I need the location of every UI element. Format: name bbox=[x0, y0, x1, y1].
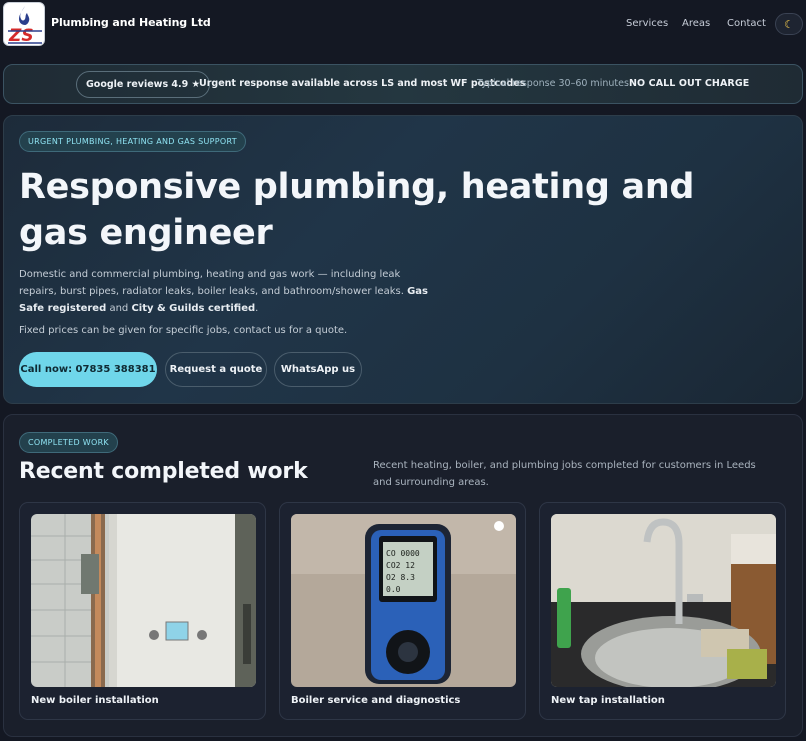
theme-toggle-button[interactable]: ☾ bbox=[775, 13, 803, 35]
nav-link-services[interactable]: Services bbox=[626, 18, 668, 29]
zs-flame-logo-icon: ZS bbox=[8, 6, 42, 45]
card-label: Boiler service and diagnostics bbox=[291, 695, 461, 706]
card-label: New boiler installation bbox=[31, 695, 159, 706]
no-call-out-text: NO CALL OUT CHARGE bbox=[629, 78, 750, 89]
brand-name[interactable]: Plumbing and Heating Ltd bbox=[51, 16, 211, 29]
completed-work-section: COMPLETED WORK Recent completed work Rec… bbox=[3, 414, 803, 737]
google-reviews-pill[interactable]: Google reviews 4.9 ★ bbox=[76, 71, 211, 98]
whatsapp-button[interactable]: WhatsApp us bbox=[274, 352, 362, 387]
info-bar: Google reviews 4.9 ★ Urgent response ava… bbox=[3, 64, 803, 104]
completed-work-description: Recent heating, boiler, and plumbing job… bbox=[373, 460, 756, 488]
moon-icon: ☾ bbox=[784, 17, 794, 31]
work-card[interactable]: New tap installation bbox=[539, 502, 786, 720]
price-note: Fixed prices can be given for specific j… bbox=[19, 325, 348, 336]
svg-text:0.0: 0.0 bbox=[386, 585, 401, 594]
diagnostics-photo: CO 0000 CO2 12 O2 8.3 0.0 bbox=[291, 514, 516, 687]
request-quote-button[interactable]: Request a quote bbox=[165, 352, 267, 387]
svg-text:CO 0000: CO 0000 bbox=[386, 549, 420, 558]
completed-work-title: Recent completed work bbox=[19, 459, 308, 484]
tap-photo bbox=[551, 514, 776, 687]
typical-response-text: Typical response 30–60 minutes bbox=[477, 78, 629, 89]
svg-text:CO2 12: CO2 12 bbox=[386, 561, 415, 570]
work-card[interactable]: New boiler installation bbox=[19, 502, 266, 720]
hero-section: URGENT PLUMBING, HEATING AND GAS SUPPORT… bbox=[3, 115, 803, 404]
hero-description: Domestic and commercial plumbing, heatin… bbox=[19, 269, 428, 314]
site-header: ZS Plumbing and Heating Ltd Services Are… bbox=[0, 0, 806, 50]
hero-badge: URGENT PLUMBING, HEATING AND GAS SUPPORT bbox=[19, 131, 246, 152]
main-nav: Services bbox=[626, 18, 668, 29]
boiler-photo bbox=[31, 514, 256, 687]
call-now-button[interactable]: Call now: 07835 388381 bbox=[19, 352, 157, 387]
completed-work-badge: COMPLETED WORK bbox=[19, 432, 118, 453]
nav-link-contact[interactable]: Contact bbox=[727, 18, 766, 29]
hero-title: Responsive plumbing, heating and gas eng… bbox=[19, 167, 695, 253]
company-logo[interactable]: ZS bbox=[3, 2, 45, 46]
nav-link-areas[interactable]: Areas bbox=[682, 18, 710, 29]
card-label: New tap installation bbox=[551, 695, 665, 706]
city-guilds-text: City & Guilds certified bbox=[131, 303, 256, 314]
svg-text:O2 8.3: O2 8.3 bbox=[386, 573, 415, 582]
work-card[interactable]: CO 0000 CO2 12 O2 8.3 0.0 Boiler service… bbox=[279, 502, 526, 720]
